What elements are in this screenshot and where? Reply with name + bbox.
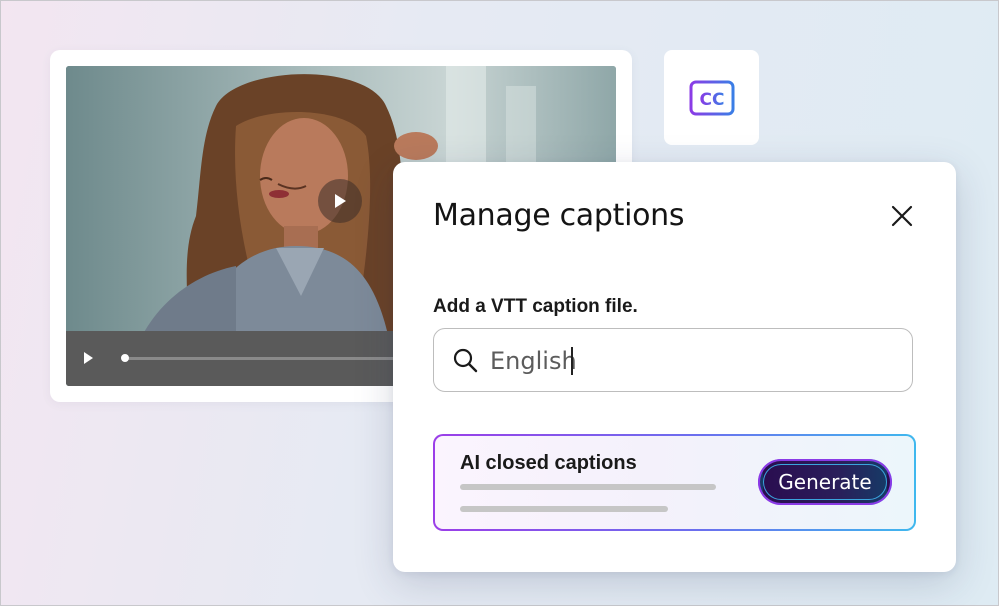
ai-captions-card: AI closed captions Generate [433,434,916,531]
play-icon[interactable] [82,351,94,370]
text-caret [571,347,573,375]
progress-knob[interactable] [121,354,129,362]
generate-button[interactable]: Generate [760,461,890,503]
placeholder-line [460,506,668,512]
manage-captions-dialog: Manage captions Add a VTT caption file. … [393,162,956,572]
progress-bar[interactable] [124,357,414,360]
language-search-input[interactable] [488,343,892,379]
closed-captions-tile[interactable]: CC [664,50,759,145]
ai-captions-title: AI closed captions [460,452,637,474]
search-icon [452,347,478,378]
svg-text:CC: CC [699,90,724,110]
closed-captions-icon: CC [689,80,734,115]
placeholder-line [460,484,716,490]
close-icon [891,205,913,227]
close-button[interactable] [888,202,916,230]
vtt-field-label: Add a VTT caption file. [433,296,638,317]
dialog-title: Manage captions [433,198,685,233]
language-search-field[interactable] [433,328,913,392]
play-overlay-icon[interactable] [318,179,362,223]
